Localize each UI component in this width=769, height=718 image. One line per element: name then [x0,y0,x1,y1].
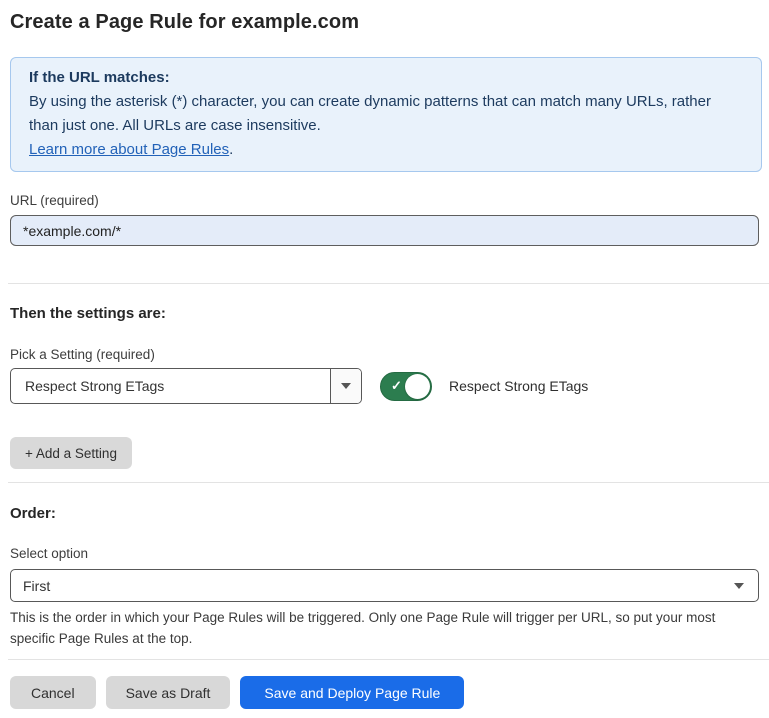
toggle-label: Respect Strong ETags [449,378,588,394]
order-help-text: This is the order in which your Page Rul… [10,607,759,649]
check-icon: ✓ [391,379,402,392]
chevron-down-icon [734,583,744,589]
toggle-knob [405,374,430,399]
url-label: URL (required) [10,193,759,209]
url-input[interactable] [10,215,759,246]
page-title: Create a Page Rule for example.com [10,11,759,33]
divider [8,283,769,284]
order-select[interactable]: First [10,569,759,602]
setting-select-value: Respect Strong ETags [11,369,330,403]
footer-actions: Cancel Save as Draft Save and Deploy Pag… [10,676,769,709]
setting-row: Respect Strong ETags ✓ Respect Strong ET… [10,368,769,404]
info-box-body: By using the asterisk (*) character, you… [29,90,743,138]
chevron-down-icon [341,383,351,389]
order-select-label: Select option [10,546,759,562]
order-heading: Order: [10,505,759,523]
order-select-value: First [23,578,50,594]
add-setting-button[interactable]: + Add a Setting [10,437,132,469]
link-suffix: . [229,141,233,158]
setting-select-arrow-button[interactable] [330,369,361,403]
cancel-button[interactable]: Cancel [10,676,96,709]
create-page-rule-form: Create a Page Rule for example.com If th… [0,11,769,718]
info-box-link-line: Learn more about Page Rules. [29,138,743,162]
save-draft-button[interactable]: Save as Draft [106,676,231,709]
divider [8,482,769,483]
pick-setting-label: Pick a Setting (required) [10,347,759,363]
setting-select[interactable]: Respect Strong ETags [10,368,362,404]
info-box-heading: If the URL matches: [29,66,743,90]
divider [8,659,769,660]
save-deploy-button[interactable]: Save and Deploy Page Rule [240,676,464,709]
url-match-info-box: If the URL matches: By using the asteris… [10,57,762,172]
learn-more-link[interactable]: Learn more about Page Rules [29,141,229,158]
respect-strong-etags-toggle[interactable]: ✓ [380,372,432,401]
settings-heading: Then the settings are: [10,305,759,323]
